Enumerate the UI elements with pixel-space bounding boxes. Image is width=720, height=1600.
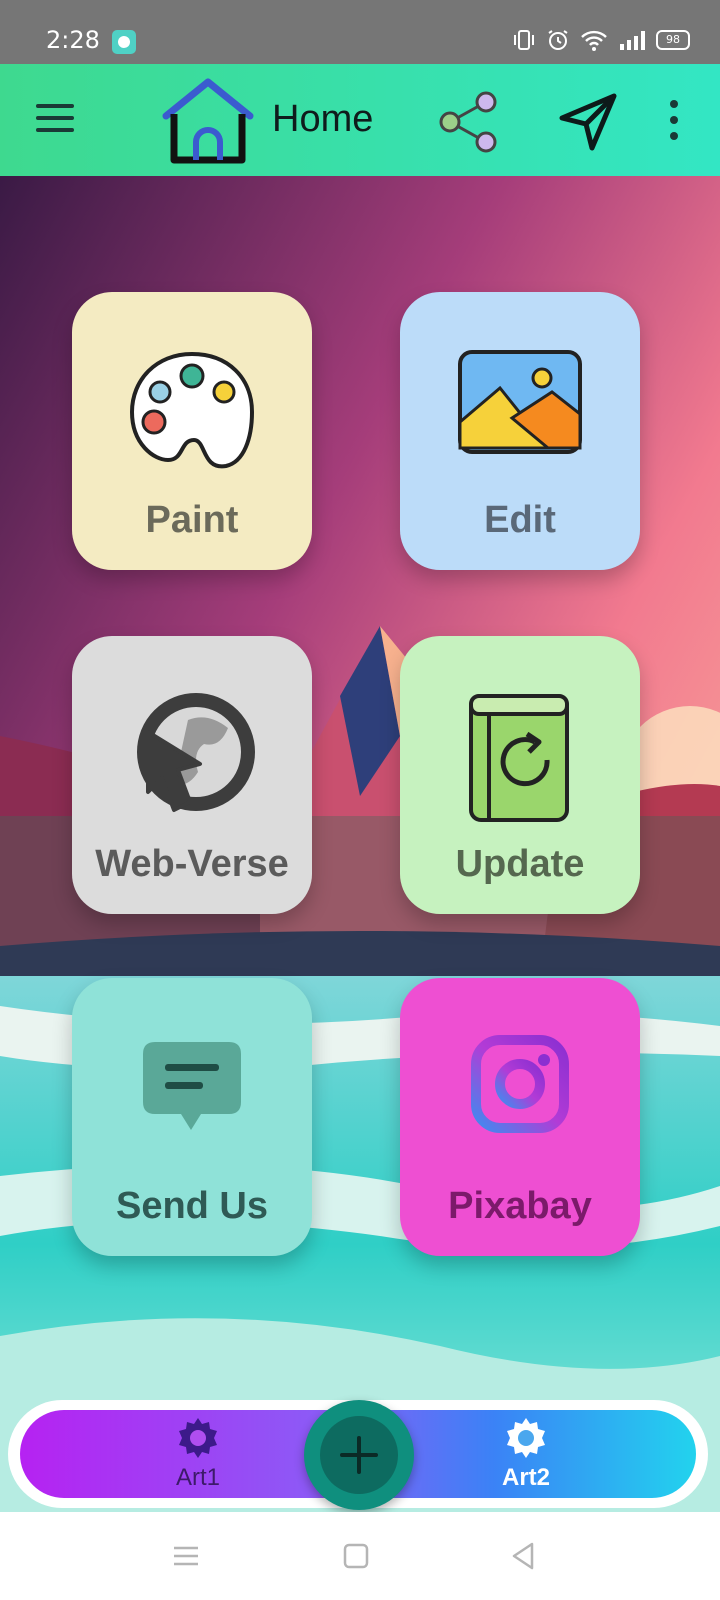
nav-item-art2[interactable]: Art2 xyxy=(466,1410,586,1498)
paint-tile[interactable]: Paint xyxy=(72,292,312,570)
tile-label: Paint xyxy=(145,499,239,541)
image-icon xyxy=(458,350,582,454)
alarm-icon xyxy=(548,30,568,50)
send-button[interactable] xyxy=(554,88,622,156)
update-tile[interactable]: Update xyxy=(400,636,640,914)
system-navigation-bar xyxy=(0,1512,720,1600)
pixabay-tile[interactable]: Pixabay xyxy=(400,978,640,1256)
app-bar: Home xyxy=(0,64,720,176)
tile-label: Send Us xyxy=(115,1185,269,1227)
tile-label: Update xyxy=(455,843,585,885)
add-button[interactable] xyxy=(304,1400,414,1510)
book-refresh-icon xyxy=(469,694,569,822)
menu-button[interactable] xyxy=(36,104,76,136)
home-icon xyxy=(162,78,254,164)
gear-icon xyxy=(179,1418,217,1458)
chat-icon xyxy=(143,1042,241,1130)
share-button[interactable] xyxy=(436,88,504,156)
instagram-icon xyxy=(471,1035,569,1133)
back-icon[interactable] xyxy=(504,1536,544,1576)
nav-item-art1[interactable]: Art1 xyxy=(138,1410,258,1498)
gear-icon xyxy=(507,1418,545,1458)
nav-label: Art1 xyxy=(175,1464,220,1491)
page-title: Home xyxy=(272,98,374,140)
recents-menu-icon[interactable] xyxy=(166,1536,206,1576)
status-bar: 2:28 98 xyxy=(0,0,720,64)
battery-icon: 98 xyxy=(656,30,690,50)
status-time: 2:28 xyxy=(46,26,100,54)
nav-label: Art2 xyxy=(501,1464,550,1491)
vibrate-icon xyxy=(514,30,534,50)
send-us-tile[interactable]: Send Us xyxy=(72,978,312,1256)
wifi-icon xyxy=(581,30,607,51)
plus-icon xyxy=(340,1436,378,1474)
home-nav-icon[interactable] xyxy=(336,1536,376,1576)
edit-tile[interactable]: Edit xyxy=(400,292,640,570)
tile-label: Pixabay xyxy=(448,1185,592,1227)
more-options-button[interactable] xyxy=(664,100,684,144)
globe-cursor-icon xyxy=(137,693,255,812)
status-icons: 98 xyxy=(512,28,690,52)
tile-label: Web-Verse xyxy=(95,843,289,885)
palette-icon xyxy=(129,351,255,469)
tile-label: Edit xyxy=(484,499,556,541)
signal-icon xyxy=(620,31,645,50)
notification-app-icon xyxy=(112,30,136,54)
web-verse-tile[interactable]: Web-Verse xyxy=(72,636,312,914)
